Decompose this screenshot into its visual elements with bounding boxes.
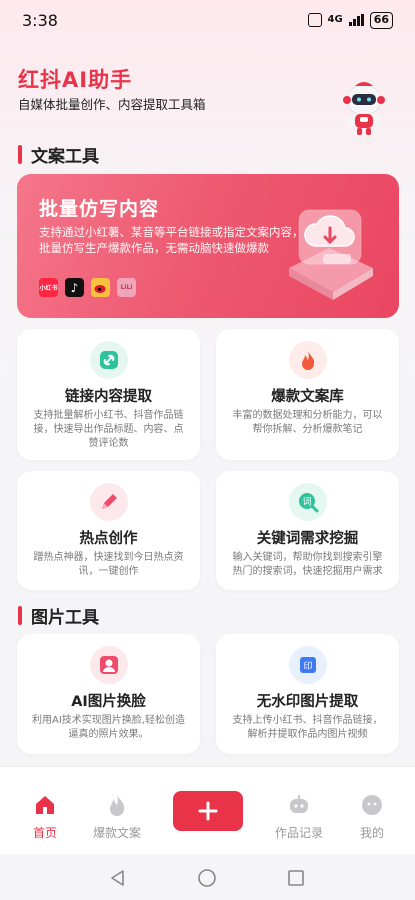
weibo-icon bbox=[91, 278, 110, 297]
keyword-search-icon: 词 bbox=[288, 483, 327, 521]
user-icon bbox=[362, 795, 382, 815]
card-description: 支持上传小红书、抖音作品链接，解析并提取作品内图片视频 bbox=[232, 715, 383, 740]
card-hot-topic-creation[interactable]: 热点创作 蹭热点神器，快速找到今日热点资讯，一键创作 bbox=[17, 471, 200, 590]
card-description: 支持批量解析小红书、抖音作品链接，快速导出作品标题、内容、点赞评论数 bbox=[33, 410, 184, 449]
section-accent-bar bbox=[18, 145, 22, 164]
tab-label: 首页 bbox=[32, 826, 57, 840]
tab-label: 爆款文案 bbox=[92, 826, 141, 840]
robot-mascot-icon bbox=[343, 82, 385, 135]
status-bar: 3:38 4G 66 bbox=[0, 0, 415, 40]
app-header: 红抖AI助手 自媒体批量创作、内容提取工具箱 bbox=[18, 56, 397, 146]
tab-label: 我的 bbox=[359, 826, 384, 840]
card-description: 蹭热点神器，快速找到今日热点资讯，一键创作 bbox=[33, 552, 184, 577]
tab-label: 作品记录 bbox=[274, 826, 323, 840]
card-title: 链接内容提取 bbox=[65, 389, 152, 405]
app-title: 红抖AI助手 bbox=[18, 68, 133, 92]
card-title: 爆款文案库 bbox=[271, 389, 344, 405]
card-description: 丰富的数据处理和分析能力，可以帮你拆解、分析爆款笔记 bbox=[232, 410, 383, 435]
cloud-download-illustration-icon bbox=[289, 209, 373, 300]
section-title: 文案工具 bbox=[31, 147, 99, 167]
tab-home[interactable]: 首页 bbox=[10, 793, 80, 841]
app-subtitle: 自媒体批量创作、内容提取工具箱 bbox=[18, 97, 206, 112]
tab-records[interactable]: 作品记录 bbox=[264, 793, 334, 841]
recents-icon[interactable] bbox=[286, 868, 306, 888]
card-keyword-mining[interactable]: 词 关键词需求挖掘 输入关键词，帮助你找到搜索引擎热门的搜索词，快速挖掘用户需求 bbox=[216, 471, 399, 590]
home-icon bbox=[36, 796, 54, 814]
bottom-tab-bar: 首页 爆款文案 作品记录 我的 bbox=[0, 766, 415, 854]
section-title: 图片工具 bbox=[31, 608, 99, 628]
section-copy-tools: 文案工具 bbox=[18, 142, 99, 167]
network-type: 4G bbox=[327, 14, 343, 25]
card-description: 利用AI技术实现图片换脸,轻松创造逼真的照片效果。 bbox=[32, 715, 185, 740]
status-icons: 4G 66 bbox=[307, 11, 393, 29]
svg-text:印: 印 bbox=[303, 660, 312, 672]
back-icon[interactable] bbox=[108, 868, 128, 888]
tab-hot-copy[interactable]: 爆款文案 bbox=[82, 793, 152, 841]
home-circle-icon[interactable] bbox=[197, 868, 217, 888]
watermark-icon: 印 bbox=[288, 646, 327, 684]
banner-description: 支持通过小红薯、某音等平台链接或指定文案内容，批量仿写生产爆款作品，无需动脑快速… bbox=[39, 225, 304, 255]
banner-title: 批量仿写内容 bbox=[39, 198, 160, 220]
card-description: 输入关键词，帮助你找到搜索引擎热门的搜索词，快速挖掘用户需求 bbox=[232, 552, 383, 577]
signal-bars-icon bbox=[348, 14, 364, 26]
tab-mine[interactable]: 我的 bbox=[337, 793, 407, 841]
section-accent-bar bbox=[18, 606, 22, 625]
robot-face-icon bbox=[290, 795, 308, 813]
section-image-tools: 图片工具 bbox=[18, 603, 99, 628]
plus-icon bbox=[198, 801, 218, 821]
douyin-icon: ♪ bbox=[65, 278, 84, 297]
svg-text:词: 词 bbox=[302, 497, 311, 508]
card-title: AI图片换脸 bbox=[71, 694, 146, 710]
face-swap-icon bbox=[89, 646, 128, 684]
link-icon bbox=[89, 341, 128, 379]
batch-rewrite-banner[interactable]: 批量仿写内容 支持通过小红薯、某音等平台链接或指定文案内容，批量仿写生产爆款作品… bbox=[17, 174, 399, 318]
card-ai-face-swap[interactable]: AI图片换脸 利用AI技术实现图片换脸,轻松创造逼真的照片效果。 bbox=[17, 634, 200, 754]
card-watermark-free-extract[interactable]: 印 无水印图片提取 支持上传小红书、抖音作品链接，解析并提取作品内图片视频 bbox=[216, 634, 399, 754]
card-hot-copy-library[interactable]: 爆款文案库 丰富的数据处理和分析能力，可以帮你拆解、分析爆款笔记 bbox=[216, 329, 399, 460]
card-title: 关键词需求挖掘 bbox=[256, 531, 359, 547]
status-time: 3:38 bbox=[22, 10, 58, 30]
fire-icon bbox=[288, 341, 327, 379]
lili-icon: LiLi bbox=[117, 278, 136, 297]
system-nav-bar bbox=[0, 854, 415, 900]
pencil-icon bbox=[89, 483, 128, 521]
card-title: 热点创作 bbox=[79, 531, 138, 547]
platform-icons: 小红书 ♪ LiLi bbox=[39, 278, 136, 297]
battery-indicator: 66 bbox=[369, 11, 393, 29]
xiaohongshu-icon: 小红书 bbox=[39, 278, 58, 297]
card-link-extract[interactable]: 链接内容提取 支持批量解析小红书、抖音作品链接，快速导出作品标题、内容、点赞评论… bbox=[17, 329, 200, 460]
fire-icon bbox=[110, 795, 125, 816]
vibrate-icon bbox=[307, 13, 322, 27]
card-title: 无水印图片提取 bbox=[256, 694, 359, 710]
add-button[interactable] bbox=[173, 791, 243, 831]
